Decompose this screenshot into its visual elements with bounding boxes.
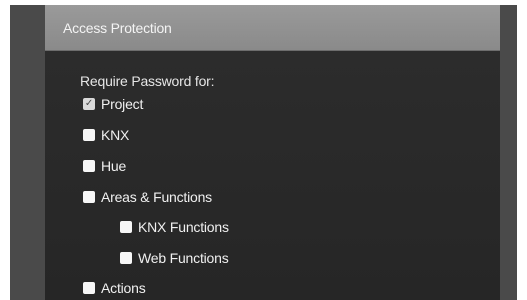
- option-actions-label: Actions: [101, 280, 146, 296]
- checkbox-knx-functions[interactable]: [120, 221, 132, 233]
- checkbox-hue[interactable]: [83, 160, 95, 172]
- access-protection-panel: Access Protection Require Password for: …: [45, 5, 500, 300]
- option-areas-functions-label: Areas & Functions: [101, 189, 212, 205]
- option-web-functions[interactable]: Web Functions: [120, 249, 229, 267]
- panel-title: Access Protection: [63, 19, 172, 36]
- option-project-label: Project: [101, 96, 144, 112]
- option-knx[interactable]: KNX: [83, 126, 129, 144]
- option-knx-functions-label: KNX Functions: [138, 219, 229, 235]
- panel-header: Access Protection: [45, 5, 500, 51]
- option-hue-label: Hue: [101, 158, 127, 174]
- option-project[interactable]: ✓ Project: [83, 95, 143, 113]
- checkbox-project[interactable]: ✓: [83, 98, 95, 110]
- checkbox-actions[interactable]: [83, 282, 95, 294]
- checkbox-knx[interactable]: [83, 129, 95, 141]
- option-areas-functions[interactable]: Areas & Functions: [83, 188, 212, 206]
- window-frame: Access Protection Require Password for: …: [10, 5, 517, 300]
- option-web-functions-label: Web Functions: [138, 250, 229, 266]
- option-hue[interactable]: Hue: [83, 157, 126, 175]
- checkbox-areas-functions[interactable]: [83, 191, 95, 203]
- require-password-label: Require Password for:: [80, 73, 215, 89]
- checkbox-web-functions[interactable]: [120, 252, 132, 264]
- check-icon: ✓: [84, 98, 94, 109]
- option-knx-label: KNX: [101, 127, 130, 143]
- option-actions[interactable]: Actions: [83, 279, 146, 297]
- option-knx-functions[interactable]: KNX Functions: [120, 218, 229, 236]
